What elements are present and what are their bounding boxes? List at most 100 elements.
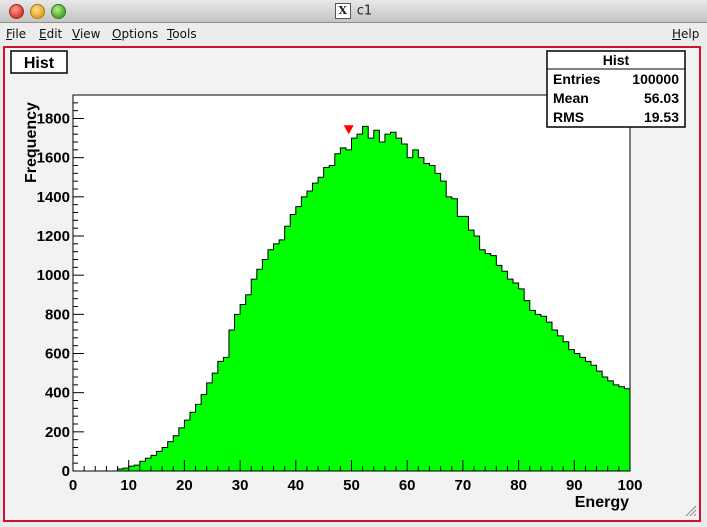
window-title: c1 [356, 3, 373, 19]
histogram-bar [212, 373, 219, 471]
stats-box[interactable]: Hist Entries 100000 Mean 56.03 RMS 19.53 [546, 50, 686, 128]
histogram-bar [602, 377, 609, 471]
stats-entries-label: Entries [553, 71, 601, 87]
histogram-bar [568, 349, 575, 471]
histogram-bar [306, 190, 313, 472]
window-title-group: Xc1 [0, 3, 707, 19]
histogram-chart[interactable]: Hist 0 10 20 30 40 50 60 70 80 90 1000200400600800… [5, 48, 699, 520]
y-tick-label: 200 [45, 424, 70, 441]
x-tick-label: 20 [176, 477, 193, 494]
y-tick-label: 1400 [37, 189, 70, 206]
histogram-bar [535, 314, 542, 471]
y-tick-label: 0 [62, 463, 70, 480]
histogram-bar [462, 216, 469, 471]
histogram-bar [150, 455, 157, 471]
histogram-bar [234, 314, 241, 471]
x-axis-title: Energy [575, 494, 629, 511]
histogram-bar [540, 316, 547, 471]
application-window: Xc1 File Edit View Options Tools Help Hi… [0, 0, 707, 527]
histogram-bar [579, 357, 586, 471]
y-tick-label: 1000 [37, 267, 70, 284]
root-canvas[interactable]: Hist 0 10 20 30 40 50 60 70 80 90 100 0 200 400 600 800… [3, 46, 701, 522]
x-tick-label: 60 [399, 477, 416, 494]
histogram-bar [507, 279, 514, 471]
histogram-bar [529, 310, 536, 471]
histogram-bar [273, 243, 280, 471]
histogram-bar [379, 142, 386, 471]
histogram-bar [189, 412, 196, 471]
histogram-bar [228, 330, 235, 471]
y-tick-label: 800 [45, 306, 70, 323]
menu-options[interactable]: Options [112, 27, 158, 41]
histogram-bar [206, 382, 213, 471]
histogram-bar [362, 126, 369, 471]
x11-icon: X [334, 3, 351, 19]
menu-tools[interactable]: Tools [167, 27, 197, 41]
histogram-bar [368, 138, 375, 472]
histogram-bar [284, 226, 291, 471]
histogram-bar [301, 196, 308, 472]
x-tick-label: 0 [69, 477, 77, 494]
histogram-bar [557, 335, 564, 471]
menu-view[interactable]: View [72, 27, 100, 41]
stats-entries-value: 100000 [632, 71, 679, 87]
histogram-bar [496, 265, 503, 471]
histogram-bar [518, 288, 525, 471]
histogram-bar [563, 341, 570, 471]
histogram-bar [351, 138, 358, 472]
histogram-bar [613, 384, 620, 471]
histogram-bar [240, 304, 247, 471]
histogram-bar [524, 300, 531, 471]
title-bar[interactable]: Xc1 [0, 0, 707, 23]
histogram-bar [318, 177, 325, 471]
menu-tools-label: ools [172, 27, 197, 41]
menu-view-label: iew [79, 27, 101, 41]
histogram-bar [390, 132, 397, 472]
menu-help[interactable]: Help [672, 27, 699, 41]
x-tick-label: 40 [287, 477, 304, 494]
histogram-bar [223, 357, 230, 471]
histogram-bar [128, 466, 135, 471]
x-tick-label: 100 [617, 477, 642, 494]
y-tick-label: 600 [45, 346, 70, 363]
y-tick-label: 1600 [37, 150, 70, 167]
stats-title: Hist [603, 52, 630, 68]
histogram-bar [357, 134, 364, 471]
histogram-bar [574, 353, 581, 471]
y-tick-label: 1800 [37, 111, 70, 128]
histogram-bar [279, 239, 286, 471]
x-tick-label: 30 [232, 477, 249, 494]
histogram-bar [591, 365, 597, 471]
histogram-bar [245, 294, 252, 471]
stats-rms-label: RMS [553, 109, 584, 125]
menu-options-label: ptions [121, 27, 159, 41]
histogram-bar [251, 279, 258, 471]
histogram-bar [329, 165, 336, 471]
histogram-bar [184, 420, 191, 471]
resize-grip-icon[interactable] [685, 505, 697, 517]
histogram-bar [451, 198, 458, 471]
histogram-bar [552, 330, 558, 471]
menu-edit-label: dit [46, 27, 63, 41]
histogram-bar [513, 283, 519, 471]
x-tick-label: 90 [566, 477, 583, 494]
histogram-bar [490, 255, 497, 471]
histogram-bar [440, 181, 447, 471]
histogram-bar [412, 149, 419, 472]
histogram-bar [139, 461, 146, 471]
y-tick-label: 400 [45, 385, 70, 402]
menu-file[interactable]: File [6, 27, 26, 41]
histogram-bar [468, 230, 475, 471]
histogram-bar [195, 404, 202, 471]
histogram-bar [596, 371, 603, 471]
histogram-bar [429, 165, 436, 471]
histogram-bar [312, 183, 319, 471]
menu-edit[interactable]: Edit [39, 27, 62, 41]
histogram-bar [407, 157, 414, 471]
histogram-bar [501, 271, 508, 471]
histogram-bar [256, 269, 263, 471]
histogram-bar [396, 138, 403, 472]
histogram-bar [340, 147, 347, 471]
y-axis-title: Frequency [23, 102, 40, 183]
histogram-bar [423, 163, 430, 471]
